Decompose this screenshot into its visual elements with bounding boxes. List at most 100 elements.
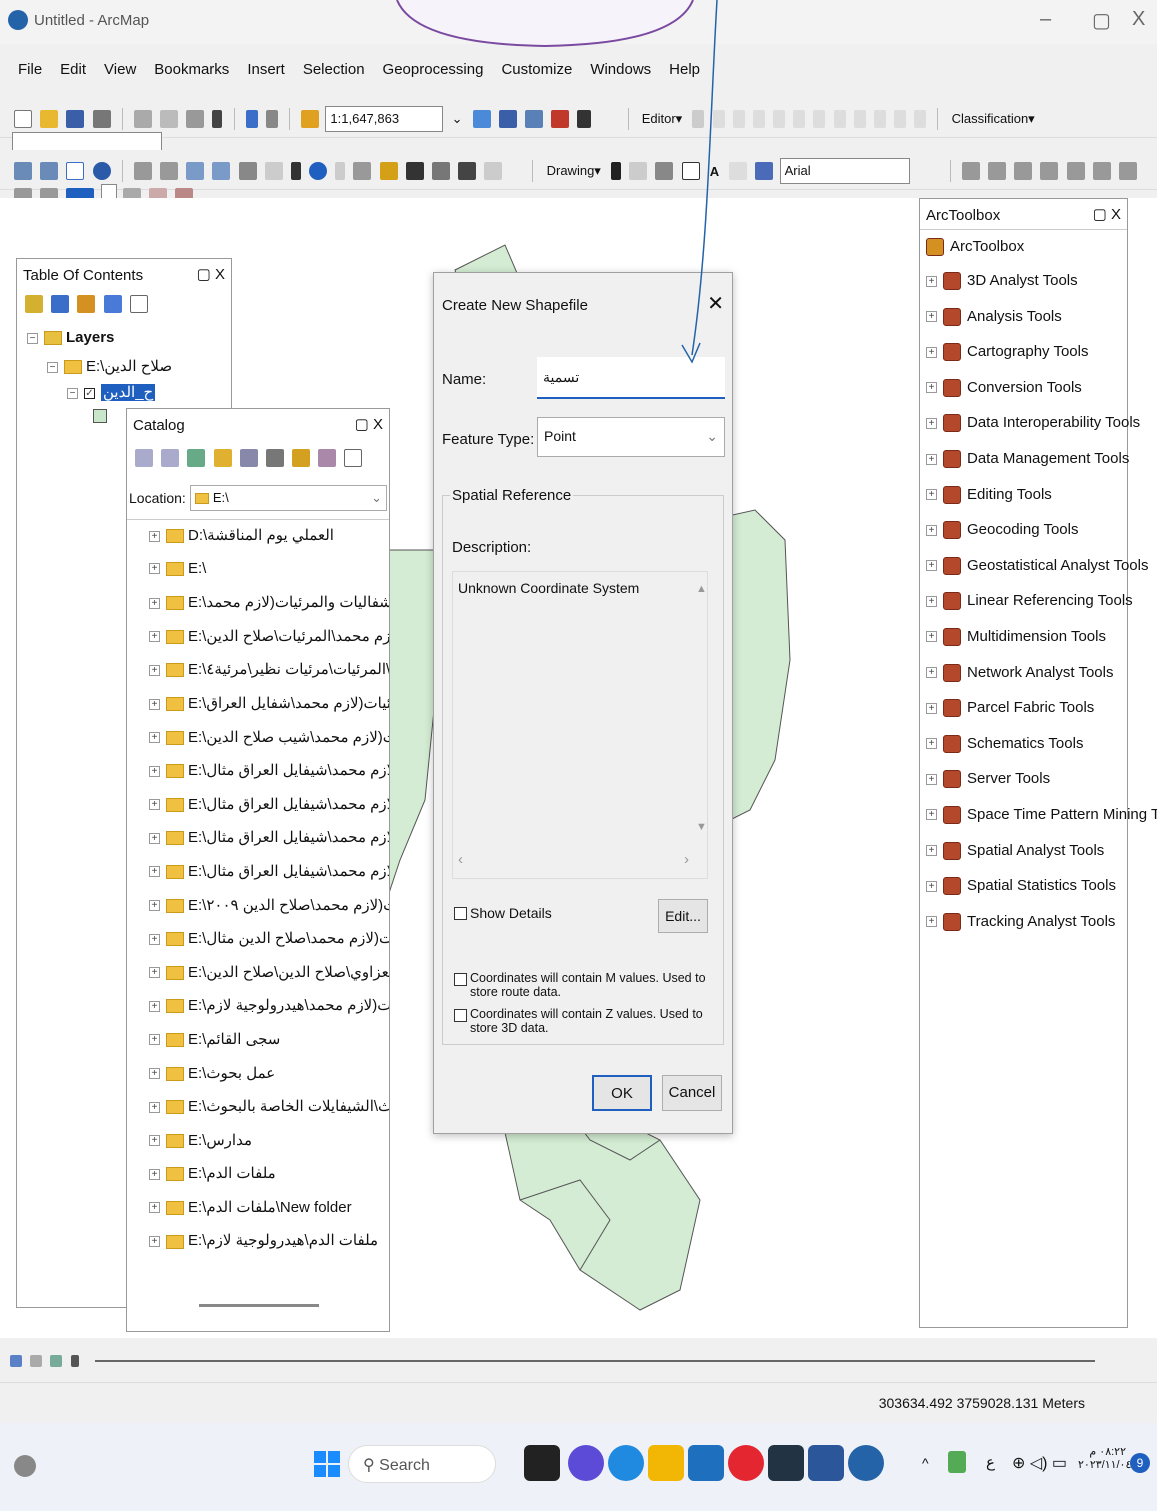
menu-file[interactable]: File bbox=[18, 61, 42, 78]
open-icon[interactable] bbox=[40, 110, 59, 128]
toolbox-item[interactable]: + Spatial Statistics Tools bbox=[926, 877, 1123, 913]
menu-view[interactable]: View bbox=[104, 61, 136, 78]
pause-icon[interactable] bbox=[70, 1355, 79, 1368]
taskbar-search-box[interactable]: ⚲ Search bbox=[348, 1445, 496, 1483]
opera-icon[interactable] bbox=[728, 1445, 764, 1481]
catalog-folder-item[interactable]: + E:\الشفاليات والمرئيات(لازم محمد bbox=[149, 593, 389, 627]
expand-icon[interactable]: + bbox=[149, 1236, 160, 1247]
horizontal-scrollbar[interactable] bbox=[94, 1360, 1095, 1363]
print-icon[interactable] bbox=[92, 110, 111, 128]
expand-icon[interactable]: + bbox=[149, 664, 160, 676]
expand-icon[interactable]: + bbox=[149, 900, 160, 912]
toolbox-item[interactable]: + Tracking Analyst Tools bbox=[926, 913, 1123, 949]
edit-vertices-icon[interactable] bbox=[813, 110, 826, 128]
word-icon[interactable] bbox=[808, 1445, 844, 1481]
toolbox-item[interactable]: + Analysis Tools bbox=[926, 308, 1123, 344]
toc-close-icon[interactable]: ▢ X bbox=[197, 265, 225, 283]
expand-icon[interactable]: + bbox=[149, 1202, 160, 1214]
scroll-right-icon[interactable]: › bbox=[684, 851, 689, 868]
straight-segment-icon[interactable] bbox=[732, 110, 745, 128]
menu-bookmarks[interactable]: Bookmarks bbox=[154, 61, 229, 78]
edge-icon[interactable] bbox=[608, 1445, 644, 1481]
minimize-button[interactable]: – bbox=[1040, 8, 1051, 31]
drawing-select-icon[interactable] bbox=[611, 162, 621, 180]
expand-icon[interactable]: + bbox=[926, 417, 937, 429]
cut-icon[interactable] bbox=[133, 110, 152, 128]
toolbox-item[interactable]: + Geostatistical Analyst Tools bbox=[926, 557, 1148, 593]
expand-icon[interactable]: + bbox=[926, 346, 937, 358]
catalog-folder-item[interactable]: +E:\ج الدين عمر العزاوي\صلاح الدين\صلاح … bbox=[149, 963, 389, 997]
catalog-scrollbar[interactable] bbox=[199, 1304, 319, 1307]
arcmap-taskbar-icon[interactable] bbox=[848, 1445, 884, 1481]
notification-badge[interactable]: 9 bbox=[1130, 1453, 1150, 1473]
python-window-icon[interactable] bbox=[577, 110, 592, 128]
catalog-folder-item[interactable]: +E:\بايلات والمرئيات(لازم محمد\صلاح الدي… bbox=[149, 929, 389, 963]
toggle-contents-icon[interactable] bbox=[318, 449, 337, 468]
expand-icon[interactable]: + bbox=[926, 311, 937, 323]
catalog-folder-item[interactable]: +E:\ت والمرئيات(لازم محمد\شيفايل العراق … bbox=[149, 862, 389, 896]
toolbox-item[interactable]: + Network Analyst Tools bbox=[926, 664, 1123, 700]
file-explorer-icon[interactable] bbox=[648, 1445, 684, 1481]
show-hidden-icons[interactable]: ^ bbox=[922, 1455, 929, 1471]
catalog-folder-item[interactable]: +E:\ايلات والمرئيات(لازم محمد\شيب صلاح ا… bbox=[149, 728, 389, 762]
toolbox-close-icon[interactable]: ▢ X bbox=[1093, 205, 1121, 223]
catalog-folder-item[interactable]: + D:\العملي يوم المناقشة bbox=[149, 526, 385, 560]
html-popup-icon[interactable] bbox=[353, 162, 372, 180]
font-type-icon[interactable] bbox=[755, 162, 774, 180]
expand-icon[interactable]: + bbox=[926, 738, 937, 750]
clock[interactable]: ٠٨:٢٢ م ٢٠٢٣/١١/٠٤ bbox=[1078, 1445, 1131, 1471]
toolbox-item[interactable]: + Spatial Analyst Tools bbox=[926, 842, 1123, 878]
close-button[interactable]: X bbox=[1132, 8, 1145, 31]
toolbox-item[interactable]: + Data Management Tools bbox=[926, 450, 1129, 486]
store-icon[interactable] bbox=[768, 1445, 804, 1481]
full-extent-icon[interactable] bbox=[92, 162, 111, 180]
toolbox-item[interactable]: + Schematics Tools bbox=[926, 735, 1123, 771]
classification-menu[interactable]: Classification▾ bbox=[952, 111, 1035, 127]
scroll-down-icon[interactable]: ▼ bbox=[696, 821, 707, 833]
network-volume-battery-icons[interactable]: ⊕ ◁) ▭ bbox=[1012, 1453, 1067, 1473]
save-icon[interactable] bbox=[66, 110, 85, 128]
expand-icon[interactable]: + bbox=[149, 799, 160, 811]
rotate-element-icon[interactable] bbox=[629, 162, 648, 180]
expand-icon[interactable]: + bbox=[149, 631, 160, 643]
expand-icon[interactable]: + bbox=[926, 631, 937, 643]
catalog-folder-item[interactable]: +E:\ت والمرئيات(لازم محمد\المرئيات\صلاح … bbox=[149, 627, 389, 661]
feature-type-select[interactable]: Point ⌄ bbox=[537, 417, 725, 457]
list-by-selection-icon[interactable] bbox=[103, 295, 122, 314]
location-input[interactable]: E:\ ⌄ bbox=[189, 485, 387, 511]
georef-table-icon[interactable] bbox=[1066, 162, 1085, 180]
toolbox-item[interactable]: + Editing Tools bbox=[926, 486, 1123, 522]
up-one-level-icon[interactable] bbox=[187, 449, 206, 468]
expand-icon[interactable]: + bbox=[149, 530, 160, 542]
identify-icon[interactable] bbox=[309, 162, 328, 180]
rotate-icon[interactable] bbox=[894, 110, 907, 128]
ok-button[interactable]: OK bbox=[592, 1075, 652, 1111]
menu-customize[interactable]: Customize bbox=[501, 61, 572, 78]
paste-icon[interactable] bbox=[186, 110, 205, 128]
drawing-menu[interactable]: Drawing▾ bbox=[547, 163, 601, 179]
catalog-folder-item[interactable]: +E:\يات(لازم محمد\المرئيات\مرئيات نظير\م… bbox=[149, 660, 389, 694]
expand-icon[interactable]: + bbox=[149, 1034, 160, 1046]
catalog-folder-item[interactable]: + E:\سجى القائم bbox=[149, 1030, 385, 1064]
catalog-folder-item[interactable]: +E:\عمل بحوث\الشيفايلات الخاصة بالبحوث bbox=[149, 1097, 389, 1131]
callout-icon[interactable] bbox=[729, 162, 748, 180]
expand-icon[interactable]: + bbox=[926, 773, 937, 785]
clear-selection-icon[interactable] bbox=[264, 162, 283, 180]
expand-icon[interactable]: + bbox=[149, 933, 160, 945]
fixed-zoom-in-icon[interactable] bbox=[133, 162, 152, 180]
toolbox-root[interactable]: ArcToolbox bbox=[926, 238, 1123, 272]
catalog-folder-item[interactable]: + E:\ملفات الدم\New folder bbox=[149, 1198, 385, 1232]
expand-icon[interactable]: + bbox=[926, 916, 937, 928]
time-slider-icon[interactable] bbox=[484, 162, 503, 180]
expand-icon[interactable]: + bbox=[926, 524, 937, 536]
menu-selection[interactable]: Selection bbox=[303, 61, 365, 78]
expand-icon[interactable]: + bbox=[926, 702, 937, 714]
mail-icon[interactable] bbox=[688, 1445, 724, 1481]
menu-geoprocessing[interactable]: Geoprocessing bbox=[383, 61, 484, 78]
measure-icon[interactable] bbox=[379, 162, 398, 180]
select-elements-icon[interactable] bbox=[290, 162, 301, 180]
expand-icon[interactable]: + bbox=[926, 595, 937, 607]
expand-icon[interactable]: + bbox=[149, 1000, 160, 1012]
zoom-in-icon[interactable] bbox=[14, 162, 32, 180]
toolbox-item[interactable]: + Linear Referencing Tools bbox=[926, 592, 1133, 628]
